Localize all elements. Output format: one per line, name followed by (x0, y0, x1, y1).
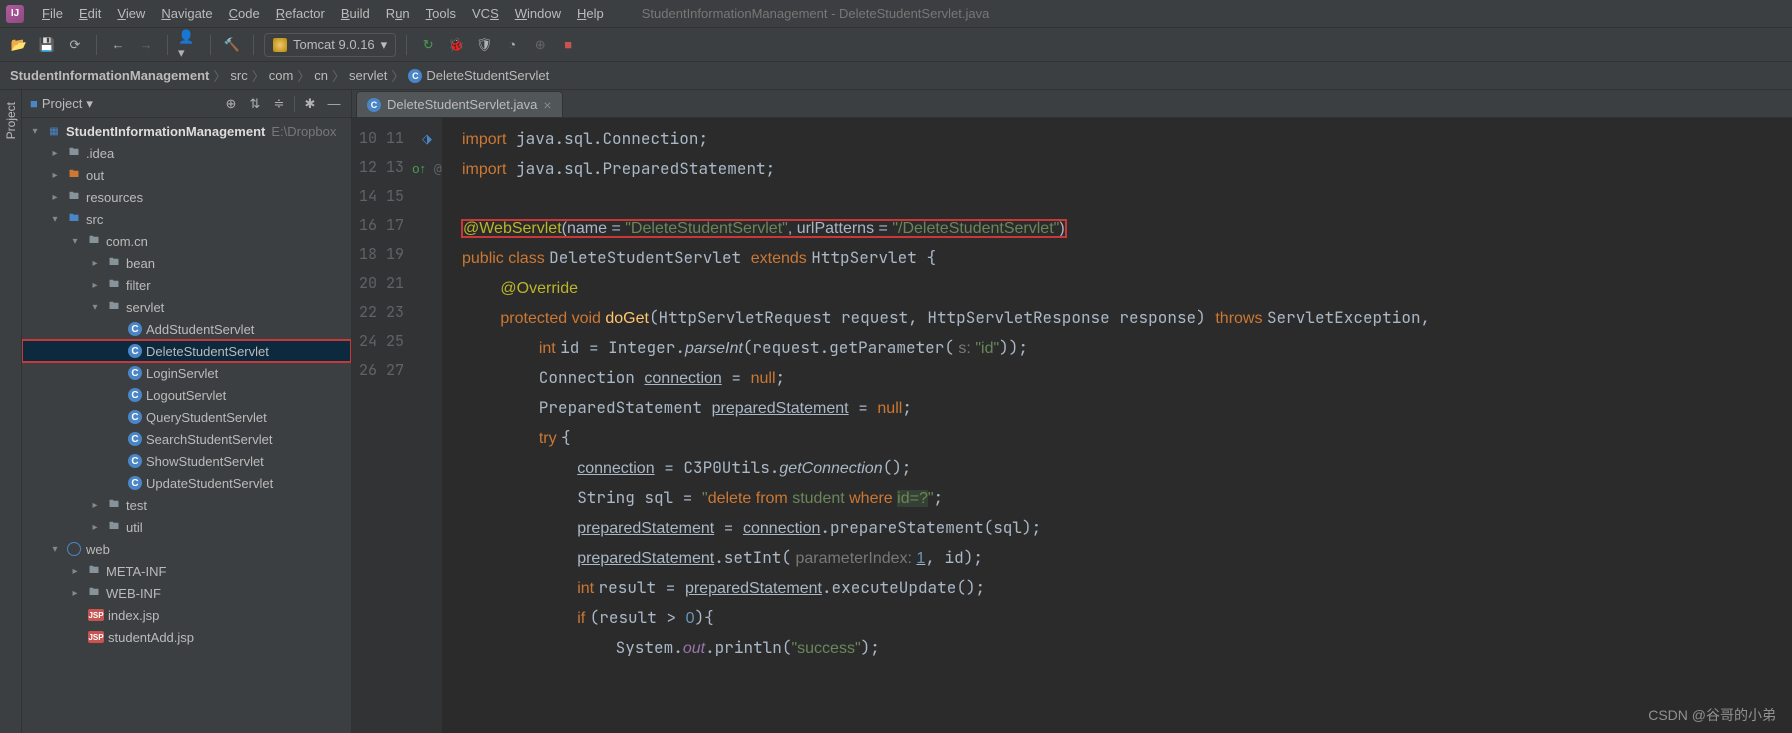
tree-package-bean[interactable]: 🖿bean (22, 252, 351, 274)
window-title: StudentInformationManagement - DeleteStu… (642, 6, 990, 21)
tomcat-icon (273, 38, 287, 52)
open-button[interactable]: 📂 (8, 34, 30, 56)
project-header: ■ Project ▾ ⊕ ⇅ ≑ ✱ — (22, 90, 351, 118)
tree-class-addstudent[interactable]: CAddStudentServlet (22, 318, 351, 340)
menu-window[interactable]: Window (507, 0, 569, 27)
crumb-project[interactable]: StudentInformationManagement (10, 68, 209, 83)
watermark: CSDN @谷哥的小弟 (1648, 705, 1776, 725)
debug-button[interactable]: 🐞 (445, 34, 467, 56)
expand-all-icon[interactable]: ⇅ (246, 95, 264, 113)
run-button[interactable]: ↻ (417, 34, 439, 56)
tree-class-querystudent[interactable]: CQueryStudentServlet (22, 406, 351, 428)
tree-file-indexjsp[interactable]: JSPindex.jsp (22, 604, 351, 626)
tree-package-util[interactable]: 🖿util (22, 516, 351, 538)
tree-class-showstudent[interactable]: CShowStudentServlet (22, 450, 351, 472)
project-view-select[interactable]: ■ Project ▾ (30, 96, 93, 112)
tab-label: DeleteStudentServlet.java (387, 97, 537, 112)
separator (253, 35, 254, 55)
menu-help[interactable]: Help (569, 0, 612, 27)
profile-button[interactable]: 👤▾ (178, 34, 200, 56)
tree-class-deletestudent[interactable]: CDeleteStudentServlet (22, 340, 351, 362)
project-tree[interactable]: ▦ StudentInformationManagement E:\Dropbo… (22, 118, 351, 733)
crumb-cn[interactable]: cn (314, 68, 328, 83)
tree-folder-webinf[interactable]: 🖿WEB-INF (22, 582, 351, 604)
tree-class-searchstudent[interactable]: CSearchStudentServlet (22, 428, 351, 450)
code-editor[interactable]: import java.sql.Connection; import java.… (442, 118, 1792, 733)
close-tab-icon[interactable]: × (543, 97, 551, 113)
tree-folder-resources[interactable]: 🖿resources (22, 186, 351, 208)
tree-folder-src[interactable]: 🖿src (22, 208, 351, 230)
app-icon: IJ (6, 5, 24, 23)
line-number-gutter[interactable]: 10 11 12 13 14 15 16 17 18 19 20 21 22 2… (352, 118, 412, 733)
tree-class-updatestudent[interactable]: CUpdateStudentServlet (22, 472, 351, 494)
coverage-button[interactable]: 🛡 (473, 34, 495, 56)
tree-folder-out[interactable]: 🖿out (22, 164, 351, 186)
tool-window-strip-left: Project (0, 90, 22, 733)
profiler-button[interactable]: ◔ (501, 34, 523, 56)
menu-build[interactable]: Build (333, 0, 378, 27)
collapse-icon[interactable]: ≑ (270, 95, 288, 113)
editor-body: 10 11 12 13 14 15 16 17 18 19 20 21 22 2… (352, 118, 1792, 733)
editor-tab-deletestudentservlet[interactable]: C DeleteStudentServlet.java × (356, 91, 563, 117)
tree-folder-idea[interactable]: 🖿.idea (22, 142, 351, 164)
menu-run[interactable]: Run (378, 0, 418, 27)
menu-code[interactable]: Code (221, 0, 268, 27)
crumb-com[interactable]: com (269, 68, 294, 83)
gutter-icons[interactable]: ⬗ o↑ @ (412, 118, 442, 733)
crumb-src[interactable]: src (230, 68, 247, 83)
build-button[interactable]: 🔨 (221, 34, 243, 56)
back-button[interactable]: ← (107, 34, 129, 56)
menu-refactor[interactable]: Refactor (268, 0, 333, 27)
tree-package-servlet[interactable]: 🖿servlet (22, 296, 351, 318)
crumb-class[interactable]: CDeleteStudentServlet (408, 68, 549, 83)
editor-area: C DeleteStudentServlet.java × 10 11 12 1… (352, 90, 1792, 733)
class-icon: C (367, 98, 381, 112)
menu-navigate[interactable]: Navigate (153, 0, 220, 27)
nav-breadcrumbs: StudentInformationManagement〉 src〉 com〉 … (0, 62, 1792, 90)
save-all-button[interactable]: 💾 (36, 34, 58, 56)
sync-button[interactable]: ⟳ (64, 34, 86, 56)
settings-icon[interactable]: ✱ (301, 95, 319, 113)
run-config-label: Tomcat 9.0.16 (293, 37, 375, 52)
tree-folder-web[interactable]: web (22, 538, 351, 560)
tree-root[interactable]: ▦ StudentInformationManagement E:\Dropbo… (22, 120, 351, 142)
editor-tabs: C DeleteStudentServlet.java × (352, 90, 1792, 118)
tree-package-filter[interactable]: 🖿filter (22, 274, 351, 296)
menu-view[interactable]: View (109, 0, 153, 27)
project-toolwindow-tab[interactable]: Project (4, 98, 18, 143)
separator (406, 35, 407, 55)
hide-icon[interactable]: — (325, 95, 343, 113)
menu-tools[interactable]: Tools (418, 0, 464, 27)
separator (210, 35, 211, 55)
main-toolbar: 📂 💾 ⟳ ← → 👤▾ 🔨 Tomcat 9.0.16 ▾ ↻ 🐞 🛡 ◔ ⊕… (0, 28, 1792, 62)
menu-edit[interactable]: Edit (71, 0, 109, 27)
tree-package-comcn[interactable]: 🖿com.cn (22, 230, 351, 252)
project-tool-window: ■ Project ▾ ⊕ ⇅ ≑ ✱ — ▦ StudentInformati… (22, 90, 352, 733)
forward-button[interactable]: → (135, 34, 157, 56)
class-icon: C (408, 69, 422, 83)
separator (96, 35, 97, 55)
run-configuration-select[interactable]: Tomcat 9.0.16 ▾ (264, 33, 396, 57)
attach-button[interactable]: ⊕ (529, 34, 551, 56)
menu-vcs[interactable]: VCS (464, 0, 507, 27)
tree-file-studentaddjsp[interactable]: JSPstudentAdd.jsp (22, 626, 351, 648)
stop-button[interactable]: ■ (557, 34, 579, 56)
separator (167, 35, 168, 55)
tree-package-test[interactable]: 🖿test (22, 494, 351, 516)
tree-folder-metainf[interactable]: 🖿META-INF (22, 560, 351, 582)
crumb-servlet[interactable]: servlet (349, 68, 387, 83)
tree-class-login[interactable]: CLoginServlet (22, 362, 351, 384)
menu-file[interactable]: File (34, 0, 71, 27)
locate-icon[interactable]: ⊕ (222, 95, 240, 113)
tree-class-logout[interactable]: CLogoutServlet (22, 384, 351, 406)
main-split: Project ■ Project ▾ ⊕ ⇅ ≑ ✱ — ▦ StudentI… (0, 90, 1792, 733)
dropdown-arrow-icon: ▾ (381, 37, 388, 53)
menu-bar: IJ File Edit View Navigate Code Refactor… (0, 0, 1792, 28)
